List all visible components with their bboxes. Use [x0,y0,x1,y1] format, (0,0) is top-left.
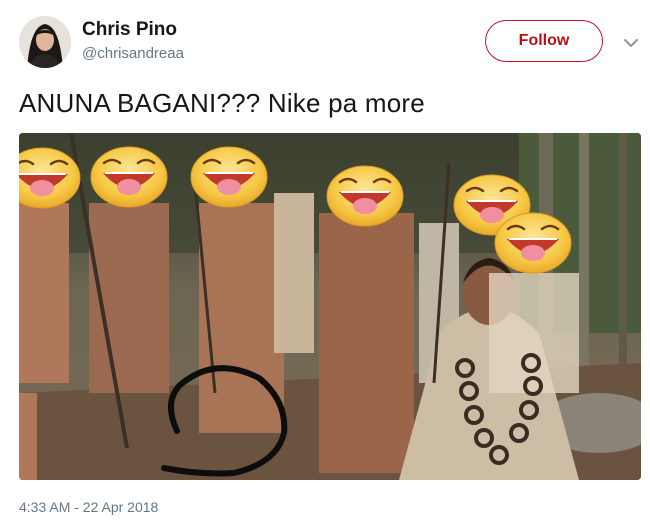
follow-button[interactable]: Follow [485,20,603,62]
chevron-down-icon[interactable] [621,33,641,53]
avatar[interactable] [19,16,71,68]
tweet-photo[interactable] [19,133,641,480]
laughing-emoji-icon [493,211,573,275]
author-name[interactable]: Chris Pino [82,19,177,41]
tweet-text: ANUNA BAGANI??? Nike pa more [19,88,425,118]
tweet-timestamp[interactable]: 4:33 AM - 22 Apr 2018 [19,499,158,515]
photo-scene [19,133,641,480]
author-handle[interactable]: @chrisandreaa [82,45,184,62]
tweet-header: Chris Pino @chrisandreaa Follow [0,0,650,80]
laughing-emoji-icon [189,145,269,209]
laughing-emoji-icon [325,164,405,228]
profile-photo-icon [19,16,71,68]
laughing-emoji-icon [89,145,169,209]
